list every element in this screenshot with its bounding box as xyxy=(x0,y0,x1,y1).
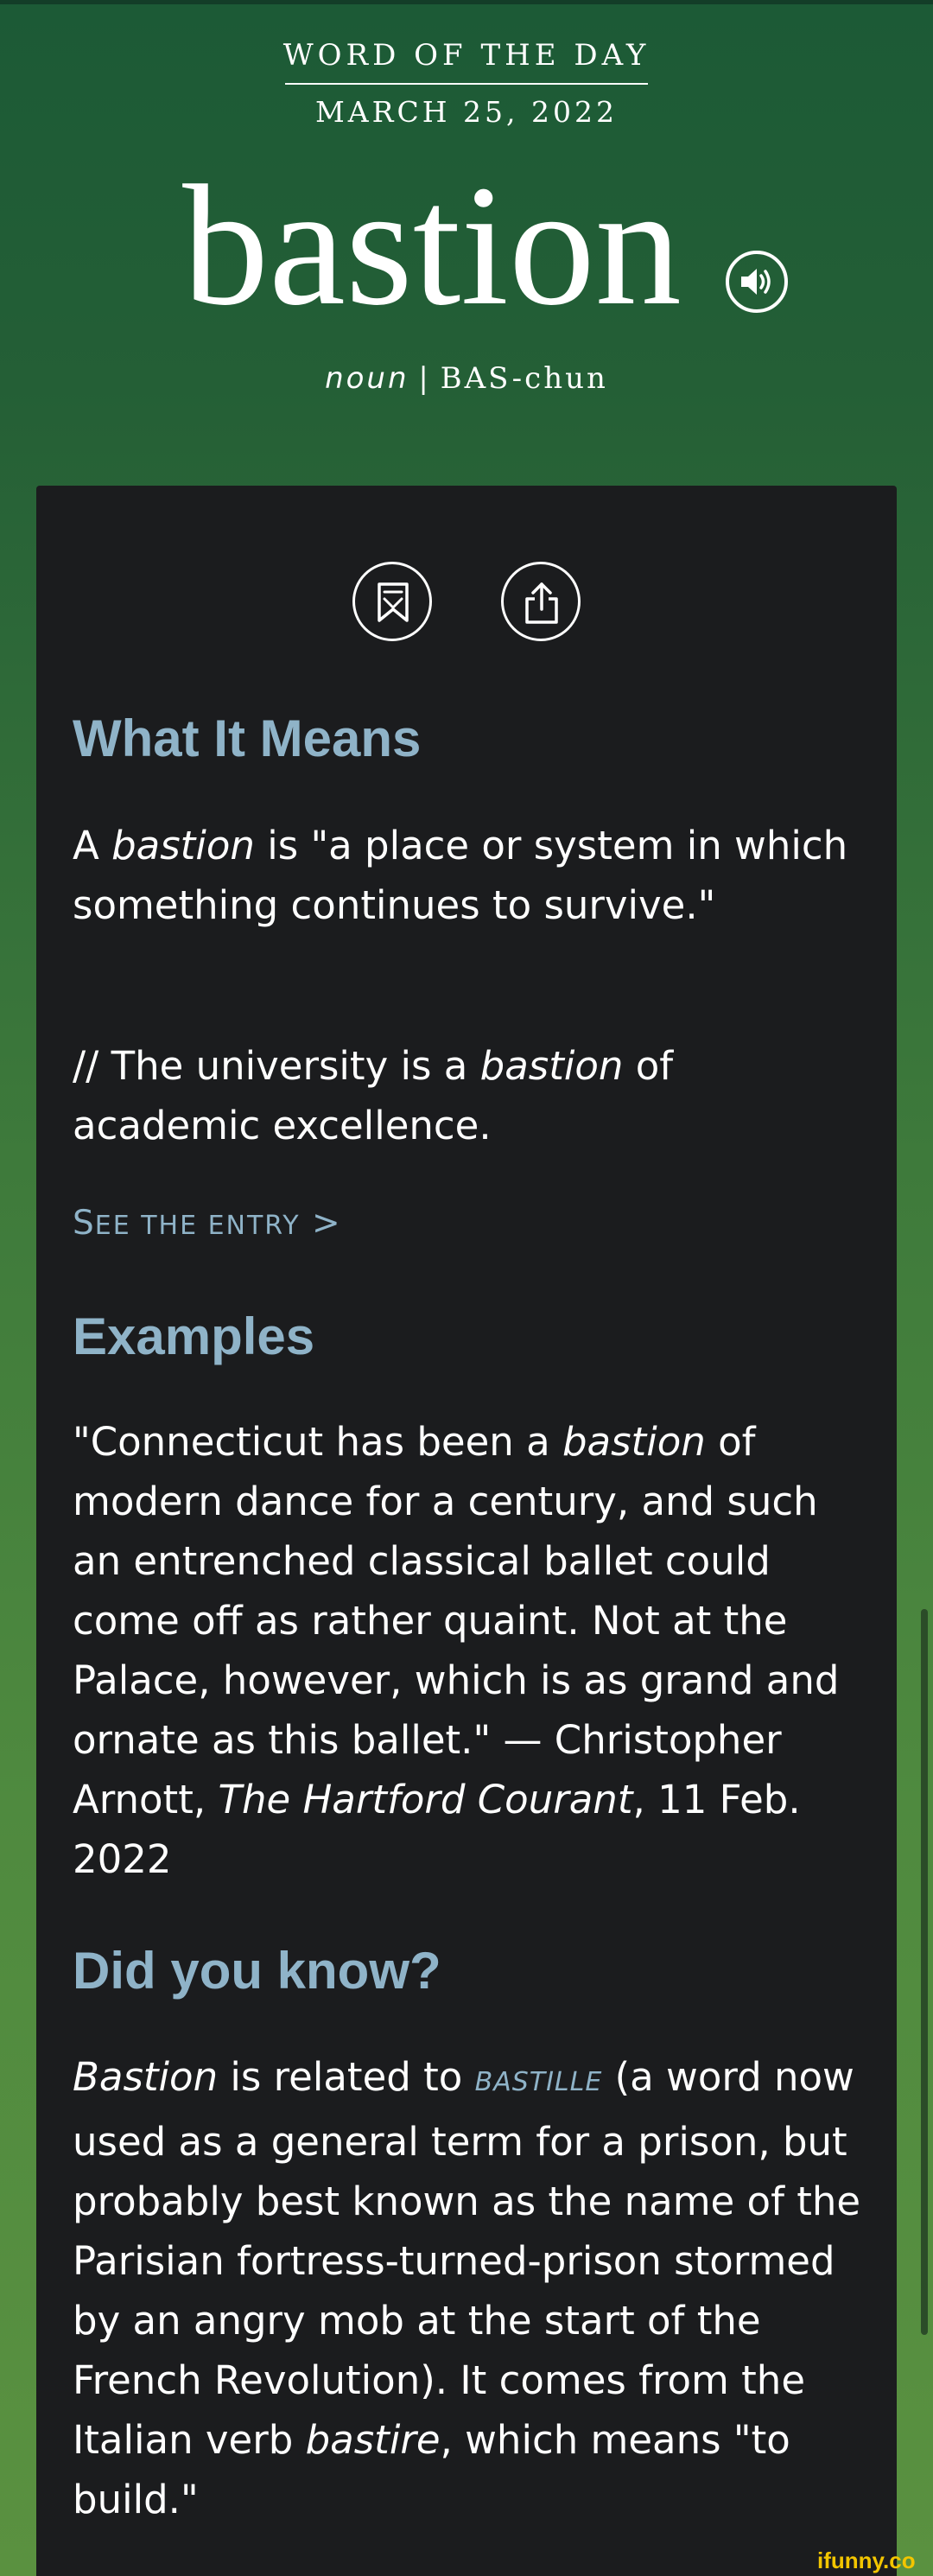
word-of-the-day-header: WORD OF THE DAY MARCH 25, 2022 bastion n… xyxy=(0,0,933,484)
share-button[interactable] xyxy=(501,562,581,641)
label-divider xyxy=(285,83,648,85)
example-quote: "Connecticut has been a bastion of moder… xyxy=(73,1419,840,1882)
etymology-headword: Bastion xyxy=(73,2054,219,2100)
bastille-cross-reference-link[interactable]: BASTILLE xyxy=(475,2067,603,2097)
bookmark-button[interactable] xyxy=(352,562,432,641)
share-icon xyxy=(525,582,558,624)
watermark-logo: ifunny.co xyxy=(817,2547,916,2573)
date-label: MARCH 25, 2022 xyxy=(315,95,618,129)
section-heading-did-you-know: Did you know? xyxy=(73,1942,441,2000)
definition-text: A bastion is "a place or system in which… xyxy=(73,823,848,928)
section-label: WORD OF THE DAY xyxy=(282,38,651,73)
speaker-icon[interactable] xyxy=(726,251,788,313)
pronunciation-separator: | xyxy=(418,361,431,396)
usage-headword: bastion xyxy=(479,1043,624,1089)
section-heading-examples: Examples xyxy=(73,1307,315,1365)
example-headword: bastion xyxy=(562,1419,706,1465)
usage-example: // The university is a bastion of academ… xyxy=(73,1043,674,1148)
part-of-speech: noun xyxy=(325,361,409,396)
etymology-text: Bastion is related to BASTILLE (a word n… xyxy=(73,2054,861,2522)
pronunciation: BAS-chun xyxy=(440,361,608,396)
etymology-verb: bastire xyxy=(305,2417,441,2463)
scrollbar[interactable] xyxy=(921,1609,928,2335)
example-source: The Hartford Courant xyxy=(218,1777,633,1822)
definition-headword: bastion xyxy=(111,823,255,868)
see-the-entry-link[interactable]: SEE THE ENTRY > xyxy=(73,1204,341,1243)
headword: bastion xyxy=(182,150,682,341)
section-heading-meaning: What It Means xyxy=(73,709,422,767)
bookmark-icon xyxy=(378,582,409,622)
pronunciation-line: noun | BAS-chun xyxy=(276,361,657,396)
chevron-right-icon: > xyxy=(311,1204,341,1243)
